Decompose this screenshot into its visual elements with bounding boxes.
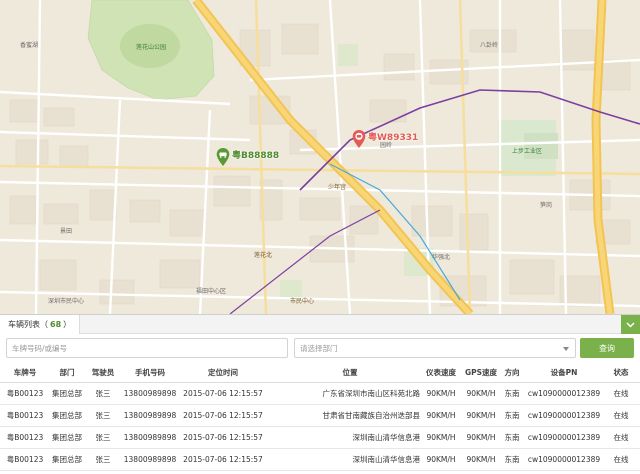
cell-driver: 张三 bbox=[95, 433, 111, 442]
cell-gps-speed: 90KM/H bbox=[466, 433, 496, 442]
car-pin-icon bbox=[216, 148, 230, 166]
cell-meter-speed: 90KM/H bbox=[426, 411, 456, 420]
table-header-row: 车牌号 部门 驾驶员 手机号码 定位时间 位置 仪表速度 GPS速度 方向 设备… bbox=[0, 363, 640, 383]
cell-plate: 粤B00123 bbox=[6, 389, 44, 398]
cell-time: 2015-07-06 12:15:57 bbox=[183, 411, 263, 420]
map-label-area: 深圳市民中心 bbox=[48, 298, 85, 305]
cell-time: 2015-07-06 12:15:57 bbox=[183, 389, 263, 398]
cell-location: 广东省深圳市南山区科苑北路 bbox=[322, 389, 421, 398]
cell-device-pn: cw1090000012389 bbox=[527, 433, 601, 442]
search-button[interactable]: 查询 bbox=[580, 338, 634, 358]
cell-driver: 张三 bbox=[95, 455, 111, 464]
cell-direction: 东南 bbox=[504, 389, 520, 398]
cell-time: 2015-07-06 12:15:57 bbox=[183, 433, 263, 442]
cell-driver: 张三 bbox=[95, 389, 111, 398]
cell-gps-speed: 90KM/H bbox=[466, 455, 496, 464]
table-row[interactable]: 粤B00123 集团总部 张三 13800989898 2015-07-06 1… bbox=[0, 427, 640, 449]
cell-direction: 东南 bbox=[504, 411, 520, 420]
cell-meter-speed: 90KM/H bbox=[426, 389, 456, 398]
map-label-metro: 少年宫 bbox=[328, 184, 347, 191]
count-open: （ bbox=[40, 320, 48, 329]
collapse-button[interactable] bbox=[621, 315, 640, 334]
column-header[interactable]: 方向 bbox=[500, 363, 524, 382]
cell-phone: 13800989898 bbox=[123, 455, 177, 464]
cell-time: 2015-07-06 12:15:57 bbox=[183, 455, 263, 464]
cell-device-pn: cw1090000012389 bbox=[527, 389, 601, 398]
caret-down-icon bbox=[563, 347, 569, 351]
department-select[interactable]: 请选择部门 bbox=[294, 338, 576, 358]
cell-device-pn: cw1090000012389 bbox=[527, 455, 601, 464]
tab-vehicle-list[interactable]: 车辆列表 （ 68 ） bbox=[0, 315, 81, 334]
cell-status: 在线 bbox=[613, 389, 629, 398]
map-label-area: 香蜜湖 bbox=[20, 42, 39, 49]
cell-gps-speed: 90KM/H bbox=[466, 389, 496, 398]
vehicle-table: 车牌号 部门 驾驶员 手机号码 定位时间 位置 仪表速度 GPS速度 方向 设备… bbox=[0, 363, 640, 471]
column-header[interactable]: 手机号码 bbox=[120, 363, 180, 382]
cell-meter-speed: 90KM/H bbox=[426, 433, 456, 442]
cell-plate: 粤B00123 bbox=[6, 411, 44, 420]
cell-status: 在线 bbox=[613, 433, 629, 442]
column-header[interactable]: 状态 bbox=[604, 363, 638, 382]
department-select-placeholder: 请选择部门 bbox=[300, 343, 338, 353]
cell-department: 集团总部 bbox=[52, 433, 82, 442]
column-header[interactable]: 部门 bbox=[48, 363, 86, 382]
column-header[interactable]: 驾驶员 bbox=[86, 363, 120, 382]
column-header[interactable]: 仪表速度 bbox=[420, 363, 462, 382]
cell-department: 集团总部 bbox=[52, 455, 82, 464]
map-label-metro: 莲花北 bbox=[254, 252, 273, 259]
map-label-area: 福田中心区 bbox=[196, 288, 227, 295]
cell-status: 在线 bbox=[613, 455, 629, 464]
table-row[interactable]: 粤B00123 集团总部 张三 13800989898 2015-07-06 1… bbox=[0, 383, 640, 405]
cell-phone: 13800989898 bbox=[123, 389, 177, 398]
map-label-park: 莲花山公园 bbox=[136, 44, 167, 51]
table-row[interactable]: 粤B00123 集团总部 张三 13800989898 2015-07-06 1… bbox=[0, 449, 640, 471]
vehicle-marker-plate: 粤W89331 bbox=[368, 133, 419, 143]
map-label-area: 上步工业区 bbox=[512, 148, 543, 155]
panel-header: 车辆列表 （ 68 ） bbox=[0, 315, 640, 334]
column-header[interactable]: 定位时间 bbox=[180, 363, 266, 382]
cell-department: 集团总部 bbox=[52, 411, 82, 420]
vehicle-marker-plate: 粤B88888 bbox=[232, 151, 280, 161]
map-label-area: 笋岗 bbox=[540, 202, 553, 209]
map-label-area: 八卦岭 bbox=[480, 42, 499, 49]
map-label-area: 景田 bbox=[60, 228, 73, 235]
cell-phone: 13800989898 bbox=[123, 411, 177, 420]
cell-direction: 东南 bbox=[504, 433, 520, 442]
cell-gps-speed: 90KM/H bbox=[466, 411, 496, 420]
cell-plate: 粤B00123 bbox=[6, 433, 44, 442]
cell-location: 甘肃省甘南藏族自治州迭部县 bbox=[322, 411, 421, 420]
table-row[interactable]: 粤B00123 集团总部 张三 13800989898 2015-07-06 1… bbox=[0, 405, 640, 427]
column-header[interactable]: 设备PN bbox=[524, 363, 604, 382]
cell-department: 集团总部 bbox=[52, 389, 82, 398]
car-pin-icon bbox=[352, 130, 366, 148]
map-view[interactable]: 莲花山公园 莲花北 少年宫 市民中心 景田 香蜜湖 八卦岭 园岭 华强北 上步工… bbox=[0, 0, 640, 314]
vehicle-count: 68 bbox=[50, 320, 62, 329]
panel-title: 车辆列表 bbox=[8, 320, 40, 329]
vehicle-list-panel: 车辆列表 （ 68 ） 请选择部门 查询 车牌号 部门 驾驶员 手机号码 定位时… bbox=[0, 314, 640, 474]
filter-bar: 请选择部门 查询 bbox=[6, 338, 634, 358]
cell-driver: 张三 bbox=[95, 411, 111, 420]
column-header[interactable]: 位置 bbox=[280, 363, 420, 382]
count-close: ） bbox=[63, 320, 72, 329]
cell-status: 在线 bbox=[613, 411, 629, 420]
vehicle-marker[interactable]: 粤B88888 bbox=[216, 148, 279, 166]
cell-location: 深圳南山清华信息港 bbox=[352, 455, 421, 464]
cell-plate: 粤B00123 bbox=[6, 455, 44, 464]
cell-device-pn: cw1090000012389 bbox=[527, 411, 601, 420]
cell-location: 深圳南山清华信息港 bbox=[352, 433, 421, 442]
map-label-area: 华强北 bbox=[432, 254, 451, 261]
cell-meter-speed: 90KM/H bbox=[426, 455, 456, 464]
column-header[interactable]: 车牌号 bbox=[0, 363, 50, 382]
column-header[interactable]: GPS速度 bbox=[462, 363, 500, 382]
chevron-down-icon bbox=[626, 321, 635, 328]
cell-direction: 东南 bbox=[504, 455, 520, 464]
map-base bbox=[0, 0, 640, 314]
vehicle-marker[interactable]: 粤W89331 bbox=[352, 130, 418, 148]
plate-search-input[interactable] bbox=[6, 338, 288, 358]
map-label-metro: 市民中心 bbox=[290, 298, 315, 305]
cell-phone: 13800989898 bbox=[123, 433, 177, 442]
